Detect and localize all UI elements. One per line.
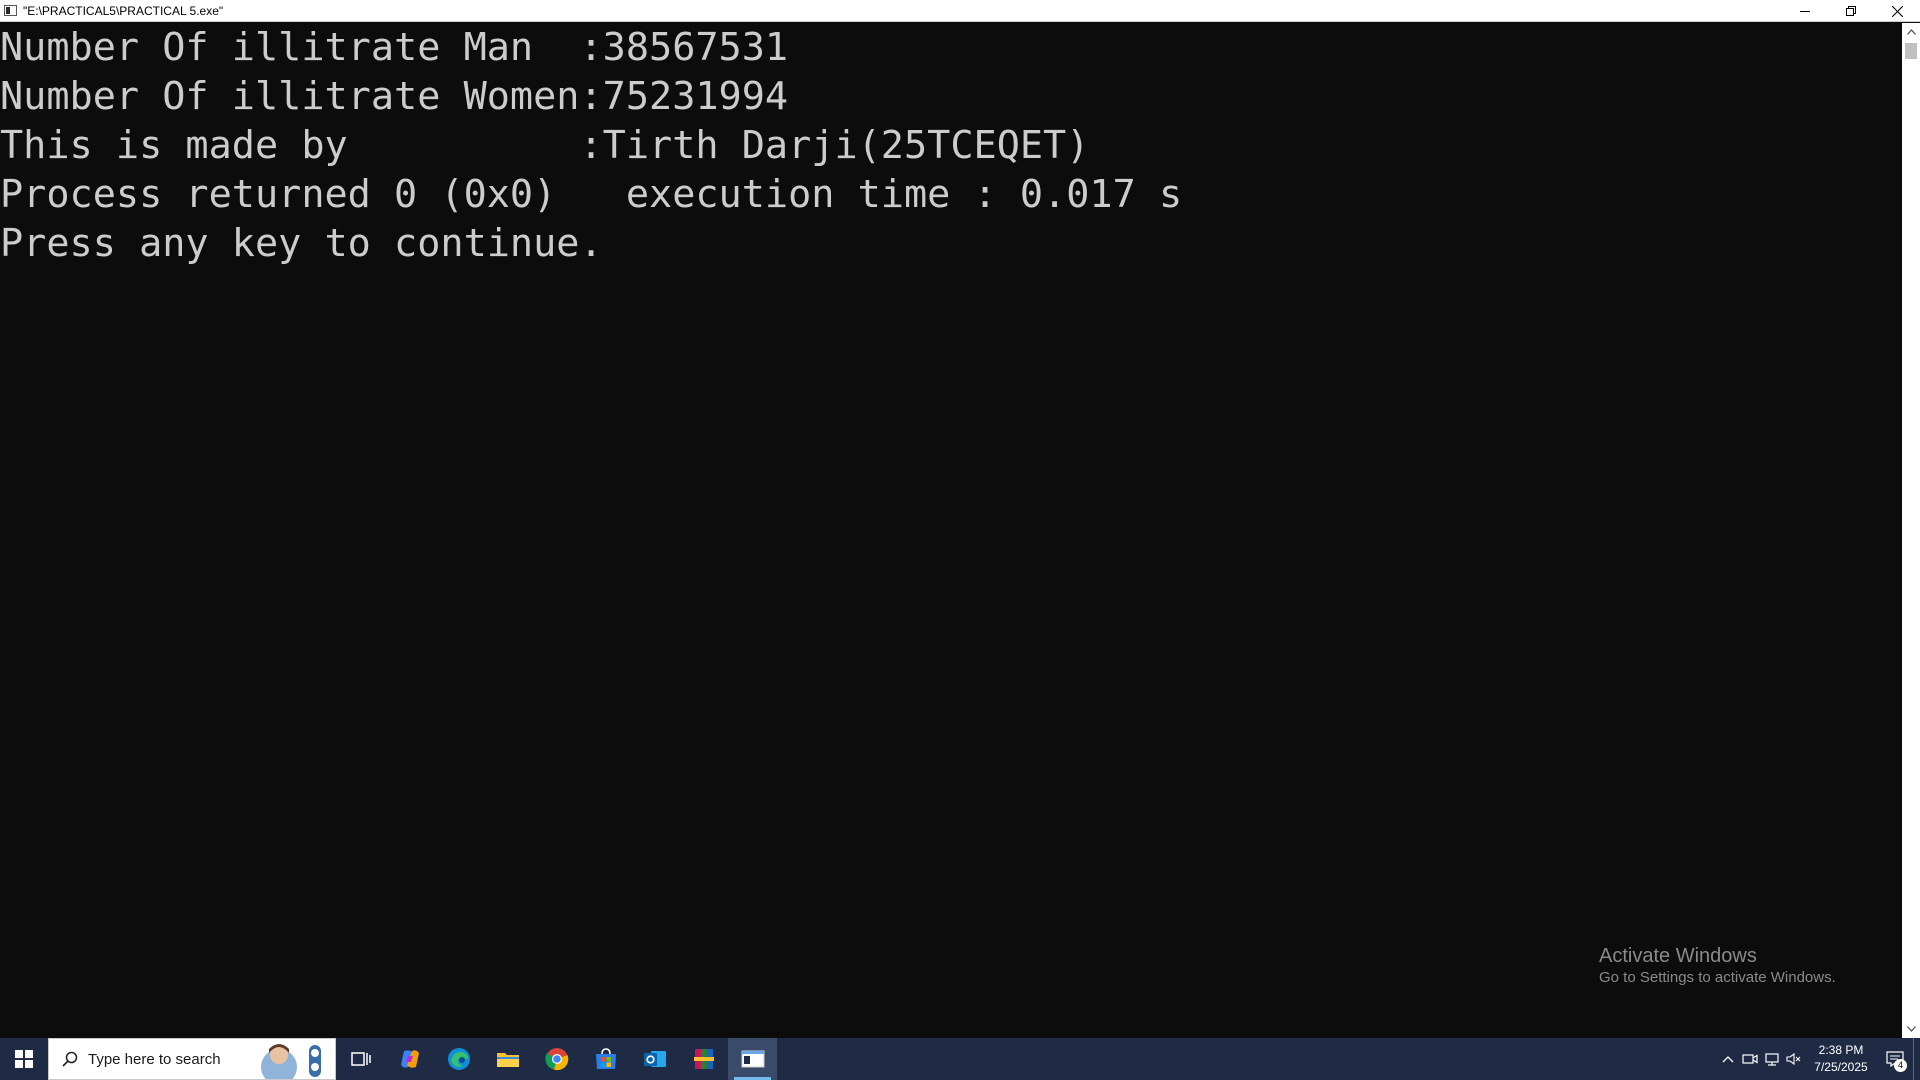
window-title-bar[interactable]: "E:\PRACTICAL5\PRACTICAL 5.exe" bbox=[0, 0, 1920, 22]
taskbar: Type here to search 2:38 PM 7/25/2025 4 bbox=[0, 1038, 1920, 1080]
restore-icon bbox=[1846, 6, 1856, 16]
windows-logo-icon bbox=[15, 1050, 33, 1068]
taskbar-file-explorer[interactable] bbox=[483, 1038, 532, 1080]
minimize-icon bbox=[1800, 11, 1810, 12]
taskbar-microsoft-store[interactable] bbox=[581, 1038, 630, 1080]
clock-time: 2:38 PM bbox=[1818, 1043, 1864, 1057]
activate-windows-watermark: Activate Windows Go to Settings to activ… bbox=[1599, 944, 1836, 988]
taskbar-chrome[interactable] bbox=[532, 1038, 581, 1080]
outlook-icon bbox=[643, 1051, 666, 1067]
watermark-subtitle: Go to Settings to activate Windows. bbox=[1599, 969, 1836, 986]
chevron-up-icon bbox=[1722, 1056, 1734, 1063]
notification-count-badge: 4 bbox=[1894, 1059, 1907, 1072]
chevron-up-icon bbox=[1906, 29, 1916, 35]
start-button[interactable] bbox=[0, 1038, 48, 1080]
taskbar-clock[interactable]: 2:38 PM 7/25/2025 bbox=[1805, 1042, 1877, 1076]
store-icon bbox=[595, 1048, 616, 1069]
tray-meet-now[interactable] bbox=[1739, 1038, 1761, 1080]
video-camera-icon bbox=[1742, 1054, 1758, 1064]
notification-center-button[interactable]: 4 bbox=[1877, 1038, 1913, 1080]
minimize-button[interactable] bbox=[1782, 0, 1828, 22]
search-placeholder: Type here to search bbox=[88, 1050, 221, 1068]
taskbar-edge[interactable] bbox=[434, 1038, 483, 1080]
copilot-icon bbox=[400, 1050, 419, 1068]
speaker-muted-icon bbox=[1786, 1052, 1801, 1066]
chevron-down-icon bbox=[1906, 1026, 1916, 1032]
scroll-down-button[interactable] bbox=[1902, 1020, 1920, 1038]
taskbar-copilot[interactable] bbox=[385, 1038, 434, 1080]
tray-volume[interactable] bbox=[1783, 1038, 1805, 1080]
search-highlight-illustration bbox=[261, 1044, 321, 1079]
console-window-icon bbox=[741, 1050, 764, 1068]
console-line-process-returned: Process returned 0 (0x0) execution time … bbox=[0, 172, 1183, 217]
console-line-illiterate-men: Number Of illitrate Man :38567531 bbox=[0, 25, 789, 70]
console-output[interactable]: Number Of illitrate Man :38567531 Number… bbox=[0, 23, 1902, 1038]
console-app-icon bbox=[4, 5, 17, 16]
clock-date: 7/25/2025 bbox=[1814, 1060, 1868, 1074]
tray-network[interactable] bbox=[1761, 1038, 1783, 1080]
console-line-illiterate-women: Number Of illitrate Women:75231994 bbox=[0, 74, 789, 119]
chrome-icon bbox=[544, 1048, 568, 1071]
taskbar-task-view[interactable] bbox=[336, 1038, 385, 1080]
console-line-press-any-key: Press any key to continue. bbox=[0, 221, 603, 266]
scroll-thumb[interactable] bbox=[1905, 43, 1917, 59]
show-desktop-button[interactable] bbox=[1913, 1038, 1920, 1080]
watermark-title: Activate Windows bbox=[1599, 945, 1757, 967]
taskbar-winrar[interactable] bbox=[679, 1038, 728, 1080]
folder-icon bbox=[496, 1053, 519, 1067]
restore-button[interactable] bbox=[1828, 0, 1874, 22]
task-view-icon bbox=[350, 1052, 371, 1066]
system-tray: 2:38 PM 7/25/2025 4 bbox=[1717, 1038, 1920, 1080]
scroll-up-button[interactable] bbox=[1902, 23, 1920, 41]
close-icon bbox=[1891, 5, 1903, 17]
vertical-scrollbar[interactable] bbox=[1902, 23, 1920, 1038]
winrar-icon bbox=[693, 1049, 714, 1069]
taskbar-console-window[interactable] bbox=[728, 1038, 777, 1080]
console-line-author: This is made by :Tirth Darji(25TCEQET) bbox=[0, 123, 1090, 168]
tray-overflow-button[interactable] bbox=[1717, 1038, 1739, 1080]
search-icon bbox=[62, 1051, 78, 1067]
network-icon bbox=[1765, 1053, 1779, 1066]
taskbar-search-box[interactable]: Type here to search bbox=[48, 1038, 336, 1080]
edge-icon bbox=[447, 1048, 470, 1070]
taskbar-outlook[interactable] bbox=[630, 1038, 679, 1080]
window-title: "E:\PRACTICAL5\PRACTICAL 5.exe" bbox=[23, 3, 224, 18]
close-button[interactable] bbox=[1874, 0, 1920, 22]
